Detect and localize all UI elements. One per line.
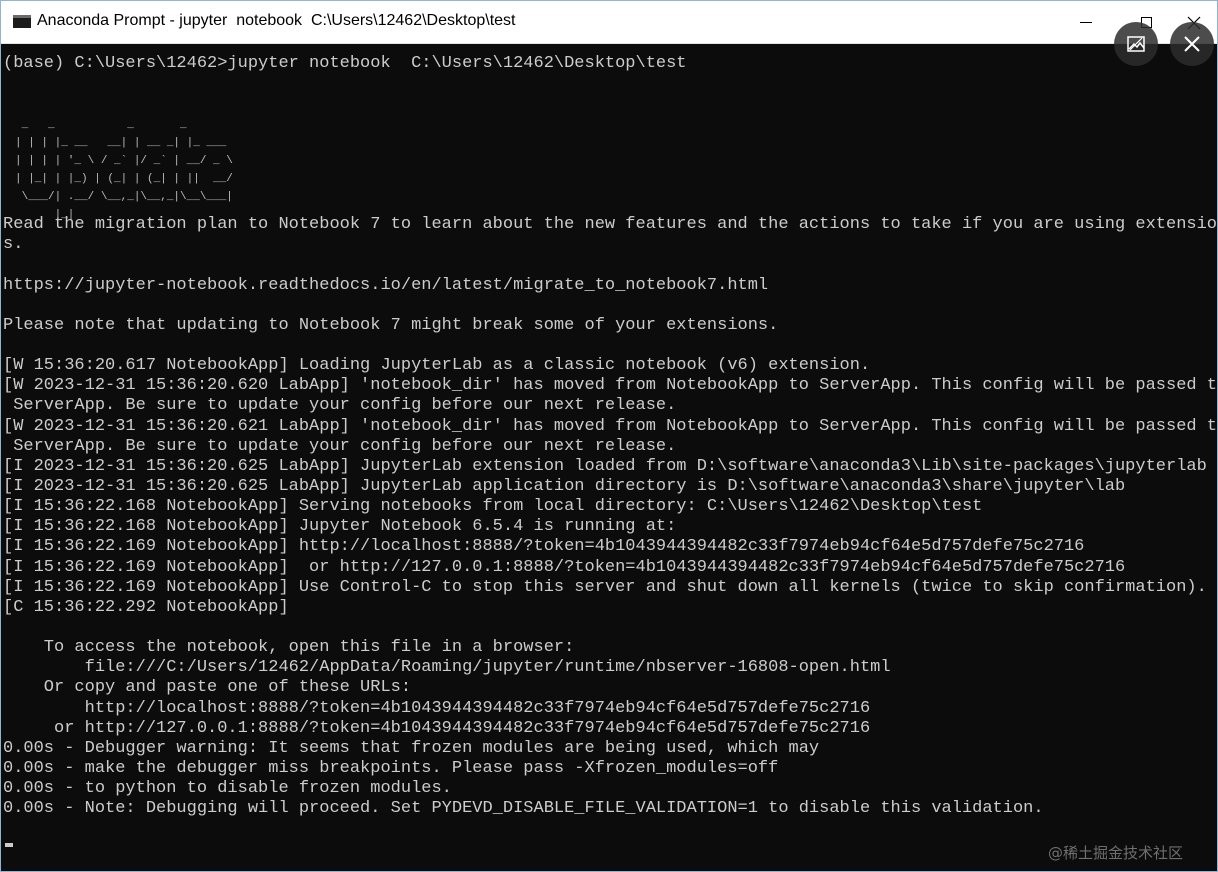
terminal-line: [I 15:36:22.169 NotebookApp] or http://1… (3, 557, 1126, 577)
minimize-icon (1080, 22, 1092, 23)
image-view-button[interactable] (1114, 22, 1158, 66)
terminal-line: [I 15:36:22.168 NotebookApp] Jupyter Not… (3, 517, 677, 537)
terminal-line: [I 15:36:22.168 NotebookApp] Serving not… (3, 497, 983, 517)
terminal-line: Or copy and paste one of these URLs: (3, 678, 412, 698)
terminal-line: https://jupyter-notebook.readthedocs.io/… (3, 275, 769, 295)
watermark: @稀土掘金技术社区 (1048, 844, 1184, 862)
terminal-line: file:///C:/Users/12462/AppData/Roaming/j… (3, 658, 891, 678)
title-bar[interactable]: Anaconda Prompt - jupyter notebook C:\Us… (1, 1, 1217, 44)
terminal-line: [I 15:36:22.169 NotebookApp] http://loca… (3, 537, 1085, 557)
close-icon (1184, 36, 1200, 52)
terminal-line: 0.00s - to python to disable frozen modu… (3, 779, 452, 799)
terminal-line: s. (3, 235, 24, 255)
terminal-line: [W 15:36:20.617 NotebookApp] Loading Jup… (3, 356, 871, 376)
terminal-line: ServerApp. Be sure to update your config… (3, 396, 677, 416)
banner-line: | | | |_ __ __| | __ _| |_ ___ (15, 137, 233, 149)
terminal-line: To access the notebook, open this file i… (3, 638, 575, 658)
minimize-button[interactable] (1063, 1, 1109, 44)
terminal-app-icon (13, 15, 31, 28)
banner-line: |_| (15, 209, 233, 221)
banner-line: \___/| .__/ \__,_|\__,_|\__\___| (15, 191, 233, 203)
banner-line: | | | | '_ \ / _` |/ _` | __/ _ \ (15, 155, 233, 167)
terminal-line: [I 2023-12-31 15:36:20.625 LabApp] Jupyt… (3, 456, 1207, 476)
terminal-line: or http://127.0.0.1:8888/?token=4b104394… (3, 718, 871, 738)
terminal-line: 0.00s - make the debugger miss breakpoin… (3, 758, 779, 778)
text-cursor (5, 843, 13, 847)
image-icon (1127, 36, 1145, 52)
window-title: Anaconda Prompt - jupyter notebook C:\Us… (37, 12, 516, 29)
terminal-line: [W 2023-12-31 15:36:20.620 LabApp] 'note… (3, 376, 1218, 396)
terminal-line: [I 15:36:22.169 NotebookApp] Use Control… (3, 577, 1207, 597)
update-ascii-banner: _ _ _ _ | | | |_ __ __| | __ _| |_ ___ |… (15, 116, 233, 224)
terminal-line: 0.00s - Debugger warning: It seems that … (3, 738, 820, 758)
terminal-line: ServerApp. Be sure to update your config… (3, 436, 677, 456)
terminal-line: 0.00s - Note: Debugging will proceed. Se… (3, 799, 1044, 819)
terminal-line: (base) C:\Users\12462>jupyter notebook C… (3, 54, 687, 73)
overlay-close-button[interactable] (1170, 22, 1214, 66)
terminal-line: Please note that updating to Notebook 7 … (3, 315, 779, 335)
terminal-line: [W 2023-12-31 15:36:20.621 LabApp] 'note… (3, 416, 1218, 436)
terminal-window: Anaconda Prompt - jupyter notebook C:\Us… (0, 0, 1218, 872)
terminal-line: [I 2023-12-31 15:36:20.625 LabApp] Jupyt… (3, 476, 1126, 496)
banner-line: | |_| | |_) | (_| | (_| | || __/ (15, 173, 233, 185)
banner-line: _ _ _ _ (15, 119, 233, 131)
terminal-line: [C 15:36:22.292 NotebookApp] (3, 597, 289, 617)
terminal-line: http://localhost:8888/?token=4b104394439… (3, 698, 871, 718)
